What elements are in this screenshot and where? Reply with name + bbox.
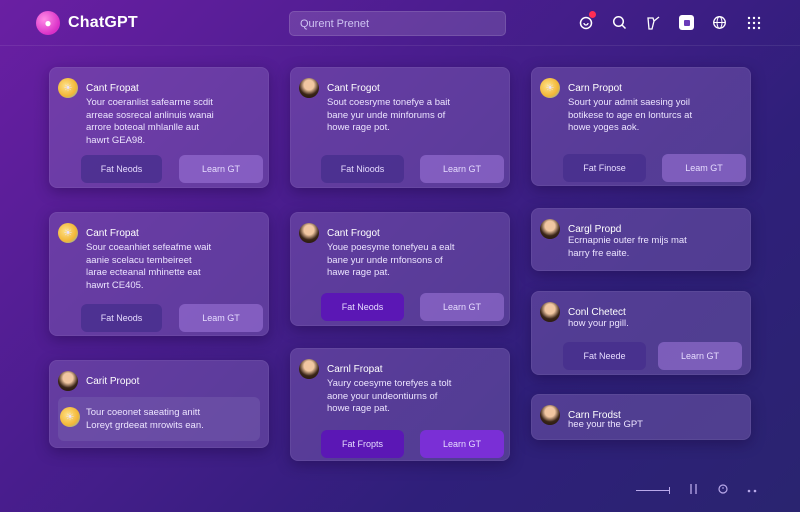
person-avatar — [299, 223, 319, 243]
card-title: Cant Fropat — [86, 82, 139, 94]
card-title: Carn Propot — [568, 82, 622, 94]
search-icon[interactable] — [611, 14, 628, 31]
person-avatar — [58, 371, 78, 391]
card-title: Cant Frogot — [327, 227, 380, 239]
learn-gpt-button[interactable]: Learn GT — [420, 430, 504, 458]
chat-bubble-icon: ● — [36, 11, 60, 35]
person-avatar — [540, 219, 560, 239]
top-bar: ● ChatGPT — [0, 0, 800, 46]
learn-gpt-button[interactable]: Learn GT — [420, 293, 504, 321]
card-description: Ecrnapnie outer fre mijs mat harry fre ea… — [568, 235, 687, 259]
prompt-card[interactable]: Conl Chetect how your pgill. Fat Neede L… — [531, 291, 751, 375]
card-title: Carnl Fropat — [327, 363, 383, 375]
prompt-card[interactable]: Cargl Propd Ecrnapnie outer fre mijs mat… — [531, 208, 751, 271]
find-prompts-button[interactable]: Fat Fropts — [321, 430, 404, 458]
bottom-toolbar — [636, 484, 760, 496]
notification-badge — [589, 11, 596, 18]
find-needs-button[interactable]: Fat Neods — [81, 304, 162, 332]
card-title: Cargl Propd — [568, 223, 622, 235]
person-avatar — [299, 359, 319, 379]
person-avatar — [540, 302, 560, 322]
bot-avatar: ☀ — [58, 223, 78, 243]
square-app-icon[interactable] — [679, 15, 694, 30]
prompt-card[interactable]: Carit Propot ☀ Tour coeonet saeating ani… — [49, 360, 269, 448]
card-description: Tour coeonet saeating anitt Loreyt grdeea… — [86, 407, 204, 431]
bot-avatar: ☀ — [58, 78, 78, 98]
card-title: Conl Chetect — [568, 306, 626, 318]
grid-menu-icon[interactable] — [745, 14, 762, 31]
prompt-card[interactable]: Cant Frogot Sout coesryme tonefye a bait… — [290, 67, 510, 188]
prompt-card[interactable]: ☀ Cant Fropat Sour coeanhiet sefeafme wai… — [49, 212, 269, 336]
learn-gpt-button[interactable]: Learn GT — [179, 155, 263, 183]
find-needs-button[interactable]: Fat Neods — [321, 293, 404, 321]
find-needs-button[interactable]: Fat Finose — [563, 154, 646, 182]
app-name: ChatGPT — [68, 14, 138, 31]
card-description: how your pgill. — [568, 318, 629, 329]
clock-icon[interactable] — [718, 484, 728, 496]
find-needs-button[interactable]: Fat Neede — [563, 342, 646, 370]
find-needs-button[interactable]: Fat Neods — [81, 155, 162, 183]
card-description: hee your the GPT — [568, 419, 643, 430]
brand[interactable]: ● ChatGPT — [36, 11, 138, 35]
search-input[interactable] — [289, 11, 506, 36]
prompt-card[interactable]: Carn Frodst hee your the GPT — [531, 394, 751, 440]
globe-icon[interactable] — [711, 14, 728, 31]
card-description: Youe poesyme tonefyeu a ealt bane yur und… — [327, 242, 455, 278]
learn-gpt-button[interactable]: Leam GT — [662, 154, 746, 182]
learn-gpt-button[interactable]: Learn GT — [658, 342, 742, 370]
person-avatar — [299, 78, 319, 98]
slider-control[interactable] — [636, 486, 670, 494]
card-title: Cant Frogot — [327, 82, 380, 94]
more-icon[interactable] — [746, 485, 760, 495]
card-title: Cant Fropat — [86, 227, 139, 239]
columns-icon[interactable] — [688, 484, 700, 496]
person-avatar — [540, 405, 560, 425]
share-icon[interactable] — [645, 14, 662, 31]
learn-gpt-button[interactable]: Learn GT — [420, 155, 504, 183]
bot-avatar: ☀ — [60, 407, 80, 427]
prompt-card[interactable]: ☀ Cant Fropat Your coeranlist safearme sc… — [49, 67, 269, 188]
prompt-card[interactable]: Carnl Fropat Yaury coesyme torefyes a to… — [290, 348, 510, 461]
card-description: Sout coesryme tonefye a bait bane yur und… — [327, 97, 451, 133]
card-description: Yaury coesyme torefyes a tolt aone your u… — [327, 378, 452, 414]
nested-message: ☀ Tour coeonet saeating anitt Loreyt grde… — [58, 397, 260, 441]
prompt-card[interactable]: Cant Frogot Youe poesyme tonefyeu a ealt… — [290, 212, 510, 326]
top-icons — [577, 11, 762, 31]
card-description: Sourt your admit saesing yoil botikese to… — [568, 97, 693, 133]
prompt-card[interactable]: ☀ Carn Propot Sourt your admit saesing yo… — [531, 67, 751, 186]
card-title: Carit Propot — [86, 375, 140, 387]
learn-gpt-button[interactable]: Leam GT — [179, 304, 263, 332]
bot-avatar: ☀ — [540, 78, 560, 98]
find-needs-button[interactable]: Fat Nioods — [321, 155, 404, 183]
card-description: Your coeranlist safearme scdit arreae sos… — [86, 97, 214, 146]
notification-icon[interactable] — [577, 11, 596, 31]
card-description: Sour coeanhiet sefeafme wait aanie scelac… — [86, 242, 212, 291]
